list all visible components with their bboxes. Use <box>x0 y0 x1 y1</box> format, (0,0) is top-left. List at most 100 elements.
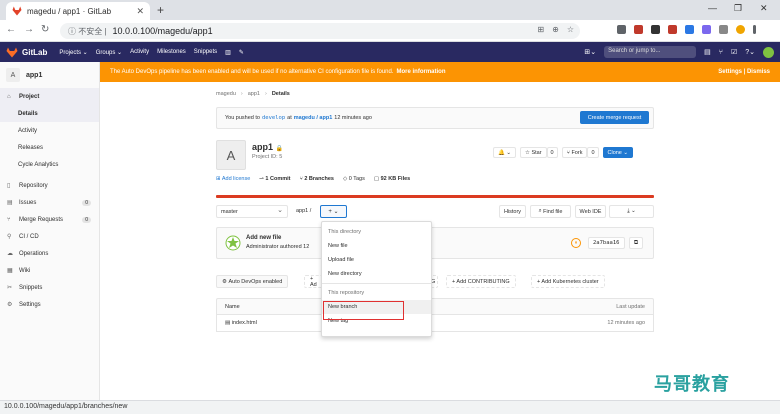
sidebar-item-merge-requests[interactable]: ⑂ Merge Requests 0 <box>0 211 99 228</box>
top-nav: Projects ⌄ Groups ⌄ Activity Milestones … <box>59 49 244 56</box>
minimize-icon[interactable]: — <box>708 3 717 13</box>
close-tab-icon[interactable]: ✕ <box>136 6 144 17</box>
nav-milestones[interactable]: Milestones <box>157 49 186 56</box>
download-button[interactable]: ⤓ ⌄ <box>609 205 654 218</box>
sidebar-item-snippets[interactable]: ✂ Snippets <box>0 279 99 296</box>
extension-puzzle-icon[interactable] <box>719 25 728 34</box>
new-tab-button[interactable]: + <box>157 3 164 17</box>
chart-icon[interactable]: ▥ <box>225 49 231 56</box>
push-project-link[interactable]: magedu / app1 <box>294 115 333 121</box>
fork-count[interactable]: 0 <box>587 147 599 158</box>
url-input[interactable]: ⓘ 不安全 | 10.0.0.100/magedu/app1 ⊞ ⊕ ☆ <box>60 23 580 39</box>
star-count[interactable]: 0 <box>546 147 558 158</box>
maximize-icon[interactable]: ❐ <box>734 3 742 14</box>
extension-record-icon[interactable] <box>634 25 643 34</box>
nav-activity[interactable]: Activity <box>130 49 149 56</box>
nav-groups[interactable]: Groups ⌄ <box>96 49 122 56</box>
menu-dots-icon[interactable] <box>753 25 756 34</box>
auto-devops-chip[interactable]: ⚙ Auto DevOps enabled <box>216 275 289 288</box>
commits-link[interactable]: ⊸ 1 Commit <box>259 176 290 182</box>
sidebar-project-header[interactable]: A app1 <box>0 62 99 88</box>
sidebar-item-repository[interactable]: ▯ Repository <box>0 177 99 194</box>
new-dropdown-icon[interactable]: ⊞⌄ <box>584 48 596 56</box>
repo-path: app1 / <box>296 208 312 214</box>
scissors-icon: ✂ <box>7 285 13 291</box>
auto-devops-banner: The Auto DevOps pipeline has been enable… <box>100 62 780 82</box>
star-button[interactable]: ☆ Star <box>520 147 547 158</box>
back-icon[interactable]: ← <box>6 24 16 35</box>
breadcrumb-group[interactable]: magedu <box>216 91 236 97</box>
reload-icon[interactable]: ↻ <box>41 24 49 35</box>
commit-sha[interactable]: 2a7baa16 <box>588 237 625 249</box>
search-input[interactable]: Search or jump to... <box>604 46 697 58</box>
gitlab-logo[interactable]: GitLab <box>6 47 47 58</box>
table-row[interactable]: ▤ index.html 12 minutes ago <box>216 315 654 332</box>
menu-new-file[interactable]: New file <box>322 239 431 253</box>
gear-icon: ⚙ <box>7 302 13 308</box>
sidebar-item-operations[interactable]: ☁ Operations <box>0 245 99 262</box>
insecure-label[interactable]: ⓘ 不安全 | <box>68 26 107 37</box>
browser-tabstrip: magedu / app1 · GitLab ✕ + — ❐ ✕ <box>0 0 780 20</box>
sidebar-item-settings[interactable]: ⚙ Settings <box>0 296 99 313</box>
add-license-link[interactable]: ⊞ Add license <box>216 176 250 182</box>
translate-icon[interactable]: ⊞ <box>537 25 544 34</box>
add-dropdown-button[interactable]: + ⌄ <box>320 205 347 218</box>
todos-icon[interactable]: ☑ <box>731 48 737 56</box>
sidebar-sub-releases[interactable]: Releases <box>0 139 99 156</box>
extension-v-icon[interactable] <box>702 25 711 34</box>
file-name[interactable]: index.html <box>232 320 257 326</box>
help-icon[interactable]: ?⌄ <box>745 48 755 56</box>
progress-bar <box>216 195 654 198</box>
extension-cloud-icon[interactable] <box>617 25 626 34</box>
sidebar-item-label: Settings <box>19 301 41 308</box>
breadcrumb-project[interactable]: app1 <box>248 91 260 97</box>
sidebar-item-ci-cd[interactable]: ⚲ CI / CD <box>0 228 99 245</box>
col-name: Name <box>225 303 240 310</box>
sidebar-item-wiki[interactable]: ▦ Wiki <box>0 262 99 279</box>
browser-tab[interactable]: magedu / app1 · GitLab ✕ <box>6 2 150 20</box>
wrench-icon[interactable]: ✎ <box>239 49 244 56</box>
menu-new-directory[interactable]: New directory <box>322 267 431 281</box>
extension-box-icon[interactable] <box>651 25 660 34</box>
add-kubernetes-chip[interactable]: + Add Kubernetes cluster <box>531 275 605 288</box>
add-contributing-chip[interactable]: + Add CONTRIBUTING <box>446 275 516 288</box>
tags-link[interactable]: ◇ 0 Tags <box>343 176 365 182</box>
merge-icon: ⑂ <box>7 216 11 223</box>
user-avatar[interactable] <box>763 46 774 58</box>
notification-button[interactable]: 🔔 ⌄ <box>493 147 516 158</box>
forward-icon[interactable]: → <box>24 24 34 35</box>
bookmark-star-icon[interactable]: ☆ <box>567 25 574 34</box>
clone-button[interactable]: Clone ⌄ <box>602 147 634 158</box>
pushed-branch-link[interactable]: develop <box>262 115 285 121</box>
menu-upload-file[interactable]: Upload file <box>322 253 431 267</box>
sidebar-sub-details[interactable]: Details <box>0 105 99 122</box>
extension-b-icon[interactable] <box>685 25 694 34</box>
history-button[interactable]: History <box>499 205 526 218</box>
nav-projects[interactable]: Projects ⌄ <box>59 49 87 56</box>
pipeline-pending-icon[interactable]: ⏸ <box>571 238 581 248</box>
create-merge-request-button[interactable]: Create merge request <box>580 111 649 124</box>
banner-text: The Auto DevOps pipeline has been enable… <box>110 69 394 75</box>
sidebar-item-issues[interactable]: ▤ Issues 0 <box>0 194 99 211</box>
fork-button[interactable]: ⑂ Fork <box>561 147 588 158</box>
web-ide-button[interactable]: Web IDE <box>575 205 606 218</box>
copy-sha-icon[interactable]: ⧉ <box>629 237 643 249</box>
sidebar-sub-cycle-analytics[interactable]: Cycle Analytics <box>0 156 99 173</box>
breadcrumb-current[interactable]: Details <box>272 91 290 97</box>
commit-title[interactable]: Add new file <box>246 235 281 241</box>
sidebar-sub-activity[interactable]: Activity <box>0 122 99 139</box>
branches-link[interactable]: ⑂ 2 Branches <box>299 176 333 182</box>
nav-snippets[interactable]: Snippets <box>194 49 217 56</box>
banner-settings-dismiss[interactable]: Settings | Dismiss <box>718 69 770 75</box>
extension-pdf-icon[interactable] <box>668 25 677 34</box>
close-window-icon[interactable]: ✕ <box>760 3 768 14</box>
more-information-link[interactable]: More information <box>397 69 446 75</box>
profile-icon[interactable] <box>736 25 745 34</box>
merge-requests-icon[interactable]: ⑂ <box>719 49 723 56</box>
find-file-button[interactable]: ⌕ Find file <box>530 205 571 218</box>
sidebar-item-project[interactable]: ⌂ Project <box>0 88 99 105</box>
brand-name: GitLab <box>22 47 48 57</box>
zoom-icon[interactable]: ⊕ <box>552 25 559 34</box>
branch-select[interactable]: master <box>216 205 288 218</box>
issues-icon[interactable]: ▤ <box>704 48 711 56</box>
